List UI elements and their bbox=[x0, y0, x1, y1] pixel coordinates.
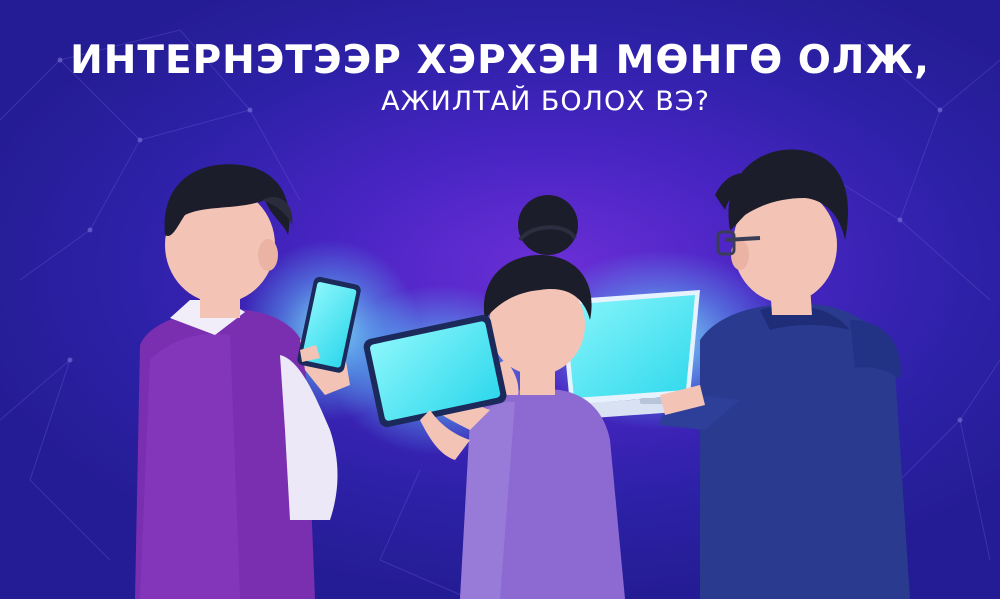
headline-line-2: АЖИЛТАЙ БОЛОХ ВЭ? bbox=[381, 86, 710, 117]
hair-bun bbox=[518, 195, 578, 255]
illustration-banner: ИНТЕРНЭТЭЭР ХЭРХЭН МӨНГӨ ОЛЖ, АЖИЛТАЙ БО… bbox=[0, 0, 1000, 599]
boy-with-phone bbox=[135, 164, 361, 599]
headline-line-1: ИНТЕРНЭТЭЭР ХЭРХЭН МӨНГӨ ОЛЖ, bbox=[70, 38, 930, 83]
